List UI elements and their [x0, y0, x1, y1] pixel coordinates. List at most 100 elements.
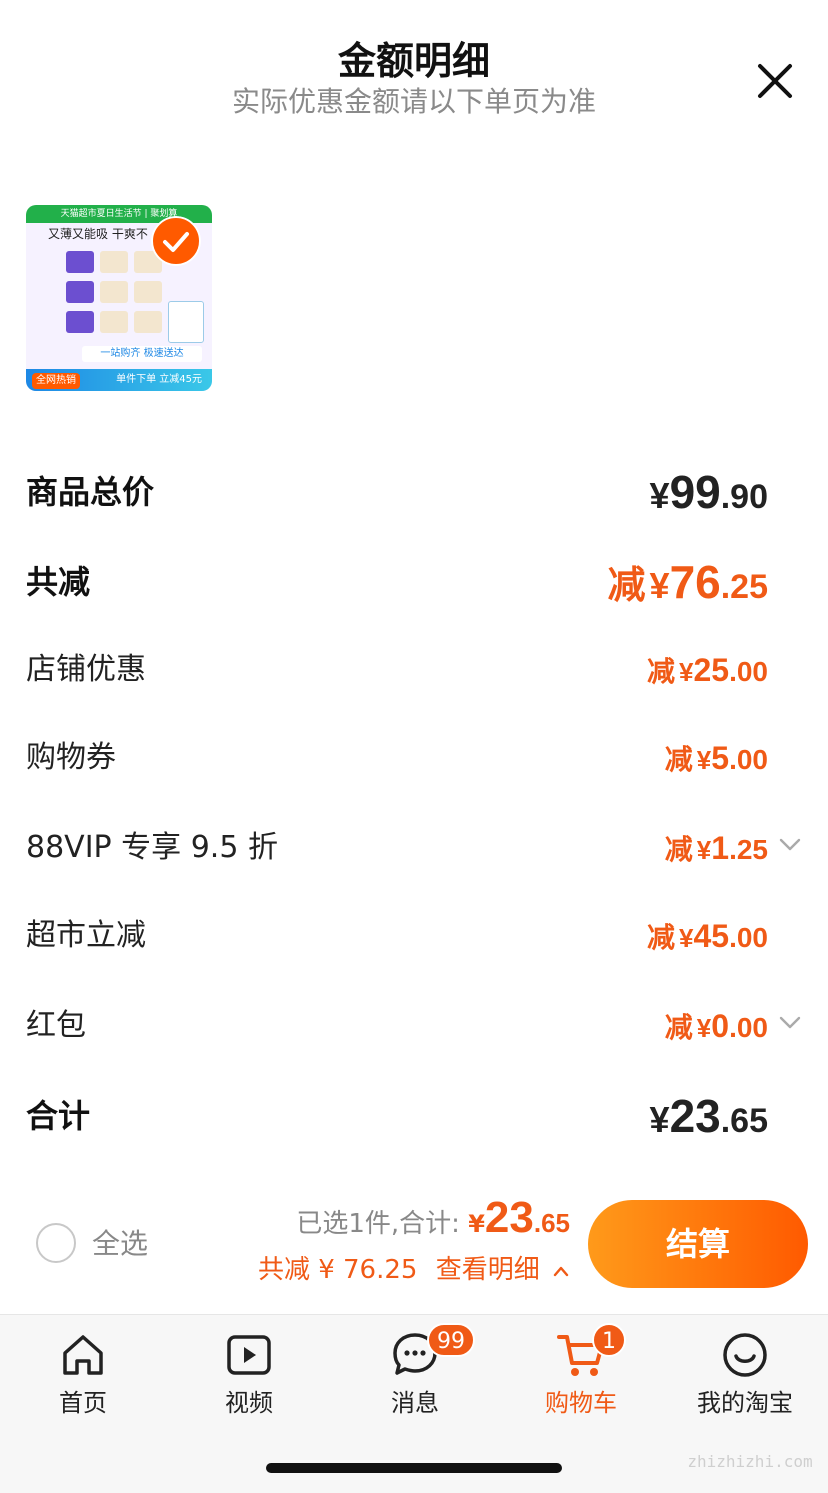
selected-count-text: 已选1件,合计:	[296, 1209, 460, 1239]
select-all-radio[interactable]	[36, 1223, 76, 1263]
view-detail-link[interactable]: 共减 ¥ 76.25 查看明细	[258, 1250, 570, 1290]
price-row-label: 合计	[26, 1097, 91, 1135]
amount-integer: 23	[669, 1090, 721, 1142]
total-integer: 23	[484, 1193, 534, 1242]
amount-integer: 25	[693, 652, 730, 688]
package-image	[134, 281, 162, 303]
tab-label: 视频	[225, 1389, 273, 1417]
video-icon	[227, 1335, 271, 1375]
order-summary: 已选1件,合计: ¥23.65 共减 ¥ 76.25 查看明细	[258, 1192, 570, 1290]
amount-decimal: .00	[729, 744, 768, 775]
amount-prefix: 减	[664, 1012, 693, 1043]
price-row: 商品总价 ¥99.90	[26, 462, 802, 522]
chevron-down-icon[interactable]	[778, 832, 802, 856]
amount-currency: ¥	[679, 657, 694, 687]
price-row-label: 超市立减	[26, 918, 146, 953]
package-image	[134, 311, 162, 333]
select-all-label[interactable]: 全选	[92, 1222, 148, 1266]
total-discount-text: 共减 ¥ 76.25	[257, 1255, 418, 1285]
amount-detail-sheet: 金额明细 实际优惠金额请以下单页为准 天猫超市夏日生活节 | 聚划算 又薄又能吸…	[0, 0, 828, 1312]
price-row-label: 88VIP 专享 9.5 折	[26, 830, 278, 865]
tab-label: 购物车	[545, 1389, 617, 1417]
amount-prefix: 减	[664, 834, 693, 865]
hot-sale-badge: 全网热销	[32, 373, 80, 389]
chevron-up-icon	[553, 1266, 569, 1276]
amount-decimal: .00	[729, 922, 768, 953]
total-decimal: .65	[533, 1208, 570, 1238]
amount-prefix: 减	[664, 744, 693, 775]
home-icon	[63, 1335, 103, 1375]
amount-prefix: 减	[646, 922, 675, 953]
tab-label: 消息	[391, 1389, 439, 1417]
price-row-label: 购物券	[26, 740, 116, 775]
amount-currency: ¥	[649, 1099, 670, 1140]
amount-currency: ¥	[649, 565, 670, 606]
summary-total-line: 已选1件,合计: ¥23.65	[258, 1192, 570, 1250]
price-row[interactable]: 88VIP 专享 9.5 折 减 ¥1.25	[26, 818, 802, 878]
message-count-badge: 99	[427, 1323, 475, 1357]
total-currency: ¥	[468, 1210, 485, 1238]
sheet-subtitle: 实际优惠金额请以下单页为准	[231, 85, 596, 118]
view-detail-label: 查看明细	[435, 1255, 540, 1285]
price-row-label: 共减	[26, 563, 91, 601]
amount-integer: 99	[669, 466, 721, 518]
price-row: 共减 减 ¥76.25	[26, 552, 802, 612]
package-image	[100, 251, 128, 273]
amount-integer: 1	[711, 830, 730, 866]
checkout-button[interactable]: 结算	[588, 1200, 808, 1288]
site-watermark: zhizhizhi.com	[680, 1404, 820, 1474]
price-row-value: 减 ¥25.00	[647, 640, 768, 707]
chevron-down-icon[interactable]	[778, 1010, 802, 1034]
price-row: 合计 ¥23.65	[26, 1086, 802, 1146]
price-row-value: 减 ¥1.25	[665, 818, 768, 885]
tab-home[interactable]: 首页	[0, 1315, 166, 1425]
amount-integer: 5	[711, 740, 730, 776]
amount-decimal: .00	[729, 1012, 768, 1043]
price-row-label: 店铺优惠	[26, 652, 146, 687]
close-icon[interactable]	[752, 58, 798, 104]
package-image	[168, 301, 204, 343]
price-row-label: 商品总价	[26, 473, 155, 511]
profile-icon	[723, 1333, 767, 1377]
amount-integer: 45	[693, 918, 730, 954]
price-row-value: ¥99.90	[650, 462, 768, 534]
price-row-value: 减 ¥76.25	[608, 552, 768, 624]
thumb-middle-text: 一站购齐 极速送达	[82, 346, 202, 362]
amount-currency: ¥	[679, 923, 694, 953]
package-image	[66, 251, 94, 273]
home-indicator[interactable]	[266, 1463, 562, 1473]
price-row-value: 减 ¥45.00	[647, 906, 768, 973]
cart-count-badge: 1	[592, 1323, 626, 1357]
amount-currency: ¥	[649, 475, 670, 516]
amount-prefix: 减	[646, 656, 675, 687]
price-row: 超市立减 减 ¥45.00	[26, 906, 802, 966]
amount-decimal: .00	[729, 656, 768, 687]
package-image	[66, 311, 94, 333]
sheet-title: 金额明细	[337, 39, 490, 83]
watermark-text: zhizhizhi.com	[687, 1452, 813, 1471]
amount-currency: ¥	[696, 745, 712, 775]
amount-decimal: .25	[729, 834, 768, 865]
amount-decimal: .65	[720, 1102, 768, 1140]
package-image	[66, 281, 94, 303]
package-image	[100, 281, 128, 303]
amount-prefix: 减	[607, 565, 646, 607]
tab-cart[interactable]: 1 购物车	[498, 1315, 664, 1425]
tab-video[interactable]: 视频	[166, 1315, 332, 1425]
price-row-value: ¥23.65	[650, 1086, 768, 1158]
tab-messages[interactable]: 99 消息	[332, 1315, 498, 1425]
price-row: 店铺优惠 减 ¥25.00	[26, 640, 802, 700]
amount-currency: ¥	[696, 1013, 712, 1043]
selected-check-icon	[151, 216, 201, 266]
price-row[interactable]: 红包 减 ¥0.00	[26, 996, 802, 1056]
price-row-value: 减 ¥5.00	[665, 728, 768, 795]
price-row-label: 红包	[26, 1008, 86, 1043]
amount-decimal: .90	[720, 478, 768, 516]
package-image	[100, 311, 128, 333]
amount-currency: ¥	[696, 835, 712, 865]
price-row-value: 减 ¥0.00	[665, 996, 768, 1063]
tab-label: 首页	[59, 1389, 107, 1417]
amount-integer: 76	[669, 556, 721, 608]
amount-integer: 0	[711, 1008, 730, 1044]
price-row: 购物券 减 ¥5.00	[26, 728, 802, 788]
